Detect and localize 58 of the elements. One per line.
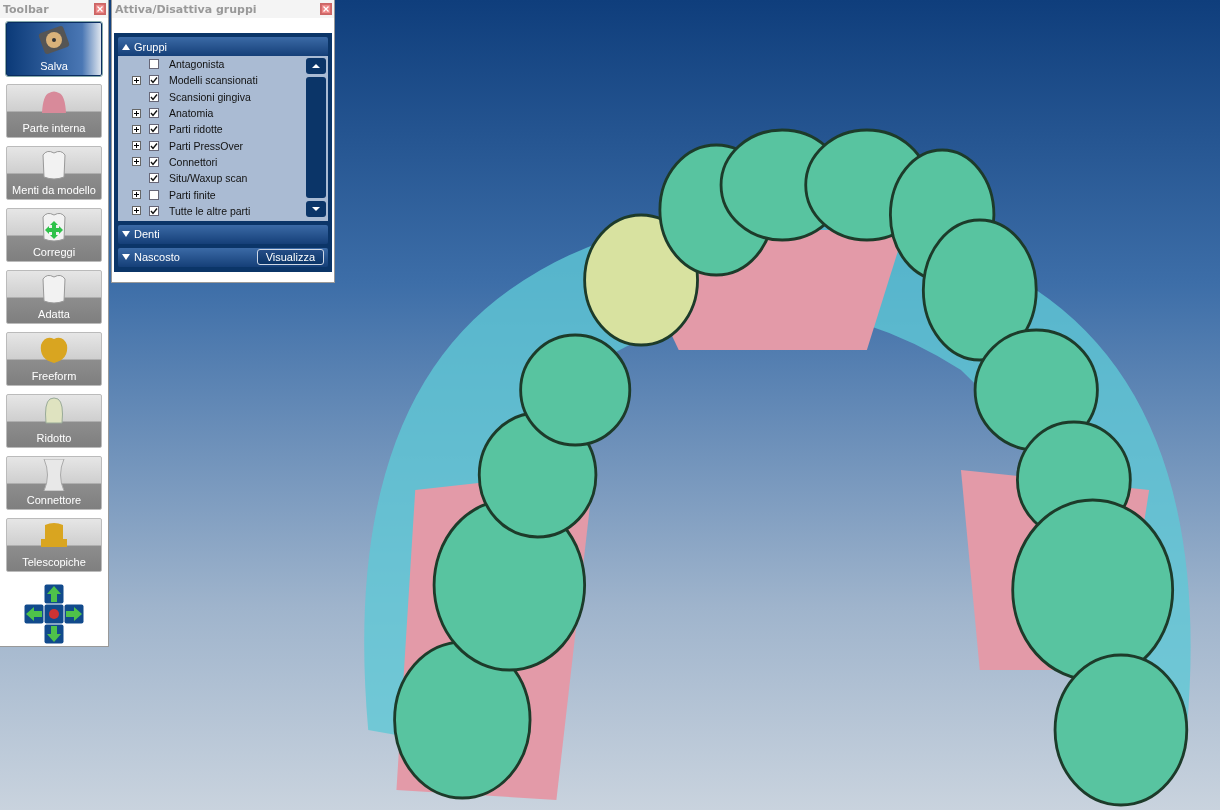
group-label: Anatomia [169, 107, 214, 120]
arrow-down-icon[interactable] [44, 624, 64, 644]
arrow-right-icon[interactable] [64, 604, 84, 624]
checkbox[interactable] [149, 140, 159, 151]
panel-title: Toolbar [3, 2, 49, 16]
expand-icon[interactable] [132, 141, 141, 151]
expand-icon[interactable] [132, 157, 141, 167]
close-icon[interactable] [320, 3, 332, 15]
checkbox[interactable] [149, 124, 159, 135]
section-header[interactable]: Denti [118, 224, 328, 244]
checkbox[interactable] [149, 173, 159, 184]
group-label: Scansioni gingiva [169, 90, 251, 103]
checkbox[interactable] [149, 205, 159, 216]
tooth-icon [39, 273, 69, 305]
expand-arrow-icon [122, 231, 130, 238]
checkbox[interactable] [149, 156, 159, 167]
group-label: Connettori [169, 155, 218, 168]
tool-button[interactable]: Telescopiche [6, 518, 102, 572]
tool-button[interactable]: Salva [6, 22, 102, 76]
collapse-arrow-icon [122, 43, 130, 50]
checkbox[interactable] [149, 189, 159, 200]
group-label: Parti finite [169, 188, 216, 201]
tool-button[interactable]: Freeform [6, 332, 102, 386]
expand-icon[interactable] [132, 75, 141, 85]
checkbox[interactable] [149, 91, 159, 102]
tool-button[interactable]: Parte interna [6, 84, 102, 138]
expand-icon[interactable] [132, 190, 141, 199]
expand-icon[interactable] [132, 108, 141, 118]
show-button[interactable]: Visualizza [256, 249, 324, 266]
panel-title: Attiva/Disattiva gruppi [115, 2, 257, 16]
checkbox[interactable] [149, 59, 159, 70]
tool-button[interactable]: Correggi [6, 208, 102, 262]
tool-button[interactable]: Connettore [6, 456, 102, 510]
tooth-move-icon [39, 211, 69, 243]
arrow-up-icon[interactable] [44, 584, 64, 604]
section-header[interactable]: Nascosto Visualizza [118, 247, 328, 267]
center-view-icon[interactable] [44, 604, 64, 624]
tooth-icon [39, 149, 69, 181]
group-label: Tutte le altre parti [169, 204, 251, 217]
group-label: Parti ridotte [169, 123, 223, 136]
tool-button[interactable]: Menti da modello [6, 146, 102, 200]
arrow-left-icon[interactable] [24, 604, 44, 624]
group-label: Parti PressOver [169, 139, 244, 152]
scroll-down-icon[interactable] [306, 200, 326, 217]
tool-button[interactable]: Ridotto [6, 394, 102, 448]
scrollbar-track[interactable] [306, 77, 326, 198]
close-icon[interactable] [94, 3, 106, 15]
scroll-up-icon[interactable] [306, 58, 326, 74]
section-header[interactable]: Gruppi [118, 37, 328, 56]
expand-icon[interactable] [132, 206, 141, 216]
group-label: Situ/Waxup scan [169, 172, 248, 185]
group-label: Antagonista [169, 58, 225, 71]
tool-button[interactable]: Adatta [6, 270, 102, 324]
expand-arrow-icon [122, 254, 130, 261]
expand-icon[interactable] [132, 124, 141, 134]
group-label: Modelli scansionati [169, 74, 258, 87]
checkbox[interactable] [149, 108, 159, 119]
checkbox[interactable] [149, 75, 159, 86]
